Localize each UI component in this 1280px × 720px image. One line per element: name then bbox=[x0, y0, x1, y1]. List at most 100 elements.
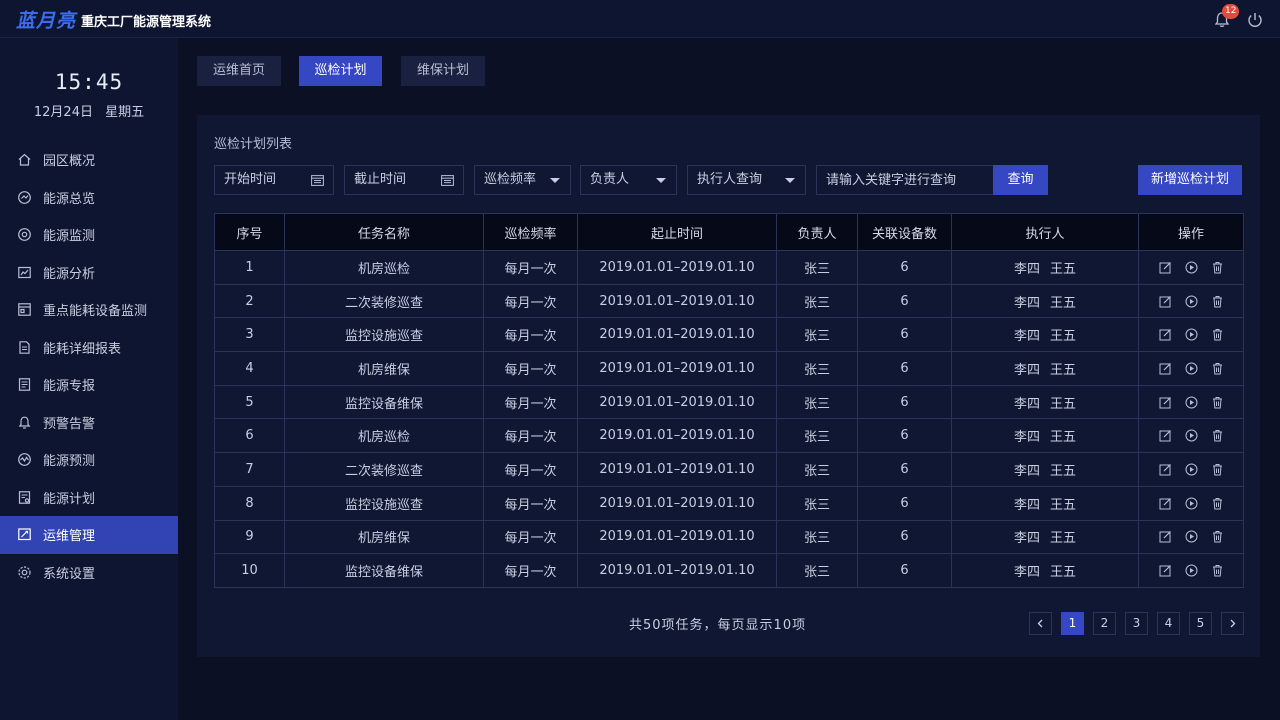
delete-icon[interactable] bbox=[1211, 530, 1224, 543]
delete-icon[interactable] bbox=[1211, 328, 1224, 341]
cell-actions bbox=[1138, 452, 1244, 487]
sidebar-item-2[interactable]: 能源总览 bbox=[0, 179, 178, 217]
sidebar-item-7[interactable]: 能源专报 bbox=[0, 366, 178, 404]
cell-frequency: 每月一次 bbox=[483, 519, 578, 555]
keyword-search-input[interactable] bbox=[816, 165, 994, 195]
sidebar-item-12[interactable]: 系统设置 bbox=[0, 554, 178, 592]
tab-maintenance-plan[interactable]: 维保计划 bbox=[401, 56, 485, 86]
delete-icon[interactable] bbox=[1211, 429, 1224, 442]
page-button[interactable]: 2 bbox=[1093, 612, 1116, 635]
app-title: 重庆工厂能源管理系统 bbox=[81, 15, 212, 30]
sidebar-item-label: 运维管理 bbox=[43, 529, 96, 545]
edit-icon[interactable] bbox=[1159, 261, 1172, 274]
cell-actions bbox=[1138, 485, 1244, 521]
cell-device-count: 6 bbox=[857, 519, 952, 555]
sidebar-item-3[interactable]: 能源监测 bbox=[0, 216, 178, 254]
sidebar-item-8[interactable]: 预警告警 bbox=[0, 404, 178, 442]
delete-icon[interactable] bbox=[1211, 261, 1224, 274]
sidebar-item-11[interactable]: 运维管理 bbox=[0, 516, 178, 554]
cell-executors: 李四 王五 bbox=[951, 485, 1139, 521]
execute-icon[interactable] bbox=[1185, 328, 1198, 341]
sidebar-nav: 园区概况 能源总览 能源监测 能源分析 重点能耗设备监测 能耗详细报表 能源专报 预警告警能源… bbox=[0, 141, 178, 591]
delete-icon[interactable] bbox=[1211, 497, 1224, 510]
executor-name: 李四 bbox=[1013, 295, 1040, 311]
cell-task-name: 二次装修巡查 bbox=[284, 452, 484, 487]
cell-executors: 李四 王五 bbox=[951, 553, 1139, 588]
execute-icon[interactable] bbox=[1185, 362, 1198, 375]
doc-icon bbox=[18, 378, 31, 392]
edit-icon[interactable] bbox=[1159, 564, 1172, 577]
power-icon[interactable] bbox=[1246, 11, 1264, 29]
cell-frequency: 每月一次 bbox=[483, 384, 578, 420]
edit-icon[interactable] bbox=[1159, 463, 1172, 476]
delete-icon[interactable] bbox=[1211, 295, 1224, 308]
execute-icon[interactable] bbox=[1185, 530, 1198, 543]
execute-icon[interactable] bbox=[1185, 564, 1198, 577]
row-actions bbox=[1140, 295, 1243, 308]
page-button[interactable]: 1 bbox=[1061, 612, 1084, 635]
page-button[interactable]: 3 bbox=[1125, 612, 1148, 635]
page-button[interactable]: 4 bbox=[1157, 612, 1180, 635]
top-bar: 蓝月亮 重庆工厂能源管理系统 12 bbox=[0, 0, 1280, 38]
edit-icon[interactable] bbox=[1159, 328, 1172, 341]
edit-icon[interactable] bbox=[1159, 396, 1172, 409]
start-time-picker[interactable]: 开始时间 bbox=[214, 165, 334, 195]
edit-icon[interactable] bbox=[1159, 530, 1172, 543]
delete-icon[interactable] bbox=[1211, 463, 1224, 476]
cell-executors: 李四 王五 bbox=[951, 384, 1139, 420]
cell-actions bbox=[1138, 519, 1244, 555]
delete-icon[interactable] bbox=[1211, 396, 1224, 409]
cell-frequency: 每月一次 bbox=[483, 351, 578, 386]
cell-index: 7 bbox=[214, 452, 285, 487]
prev-page-button[interactable] bbox=[1029, 612, 1052, 635]
sidebar-item-5[interactable]: 重点能耗设备监测 bbox=[0, 291, 178, 329]
cell-index: 1 bbox=[214, 250, 285, 285]
cell-index: 5 bbox=[214, 384, 285, 420]
edit-icon[interactable] bbox=[1159, 295, 1172, 308]
sidebar-item-9[interactable]: 能源预测 bbox=[0, 441, 178, 479]
frequency-select[interactable]: 巡检频率 bbox=[474, 165, 571, 195]
end-time-picker[interactable]: 截止时间 bbox=[344, 165, 464, 195]
cell-executors: 李四 王五 bbox=[951, 418, 1139, 454]
page-button[interactable]: 5 bbox=[1189, 612, 1212, 635]
sidebar-item-label: 能源预测 bbox=[43, 454, 96, 470]
execute-icon[interactable] bbox=[1185, 396, 1198, 409]
owner-label: 负责人 bbox=[590, 172, 630, 187]
tab-ops-home[interactable]: 运维首页 bbox=[197, 56, 281, 86]
sidebar-item-1[interactable]: 园区概况 bbox=[0, 141, 178, 179]
owner-select[interactable]: 负责人 bbox=[580, 165, 677, 195]
execute-icon[interactable] bbox=[1185, 295, 1198, 308]
add-inspection-plan-button[interactable]: 新增巡检计划 bbox=[1138, 165, 1242, 195]
cell-frequency: 每月一次 bbox=[483, 317, 578, 353]
edit-icon[interactable] bbox=[1159, 362, 1172, 375]
executor-select[interactable]: 执行人查询 bbox=[687, 165, 806, 195]
sidebar-item-label: 系统设置 bbox=[43, 566, 96, 582]
execute-icon[interactable] bbox=[1185, 261, 1198, 274]
cell-owner: 张三 bbox=[776, 317, 858, 353]
cell-index: 10 bbox=[214, 553, 285, 588]
header-owner: 负责人 bbox=[776, 213, 858, 251]
frequency-label: 巡检频率 bbox=[484, 172, 537, 187]
executor-name: 王五 bbox=[1050, 295, 1077, 311]
execute-icon[interactable] bbox=[1185, 497, 1198, 510]
next-page-button[interactable] bbox=[1221, 612, 1244, 635]
cell-period: 2019.01.01–2019.01.10 bbox=[577, 452, 777, 487]
execute-icon[interactable] bbox=[1185, 463, 1198, 476]
cell-period: 2019.01.01–2019.01.10 bbox=[577, 317, 777, 353]
cell-frequency: 每月一次 bbox=[483, 485, 578, 521]
chevron-down-icon bbox=[656, 178, 666, 183]
delete-icon[interactable] bbox=[1211, 564, 1224, 577]
sidebar-item-4[interactable]: 能源分析 bbox=[0, 254, 178, 292]
execute-icon[interactable] bbox=[1185, 429, 1198, 442]
edit-icon[interactable] bbox=[1159, 429, 1172, 442]
sidebar-item-6[interactable]: 能耗详细报表 bbox=[0, 329, 178, 367]
inspection-plan-table: 序号 任务名称 巡检频率 起止时间 负责人 关联设备数 执行人 操作 1 机房巡… bbox=[214, 213, 1244, 588]
edit-icon[interactable] bbox=[1159, 497, 1172, 510]
sidebar-item-10[interactable]: 能源计划 bbox=[0, 479, 178, 517]
search-button[interactable]: 查询 bbox=[993, 165, 1048, 195]
delete-icon[interactable] bbox=[1211, 362, 1224, 375]
header-index: 序号 bbox=[214, 213, 285, 251]
cell-actions bbox=[1138, 317, 1244, 353]
tab-inspection-plan[interactable]: 巡检计划 bbox=[299, 56, 382, 86]
cell-index: 8 bbox=[214, 485, 285, 521]
